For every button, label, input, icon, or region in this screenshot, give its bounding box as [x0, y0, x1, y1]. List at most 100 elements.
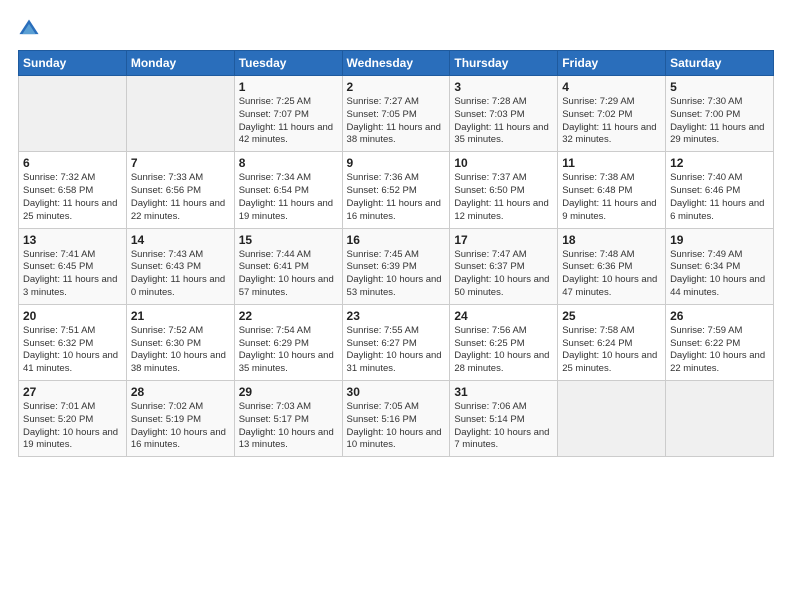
logo-icon: [18, 18, 40, 40]
day-number: 8: [239, 156, 338, 170]
column-header-thursday: Thursday: [450, 51, 558, 76]
day-info: Sunrise: 7:48 AM Sunset: 6:36 PM Dayligh…: [562, 249, 661, 300]
day-info: Sunrise: 7:59 AM Sunset: 6:22 PM Dayligh…: [670, 325, 769, 376]
day-number: 2: [347, 80, 446, 94]
day-info: Sunrise: 7:30 AM Sunset: 7:00 PM Dayligh…: [670, 96, 769, 147]
day-info: Sunrise: 7:44 AM Sunset: 6:41 PM Dayligh…: [239, 249, 338, 300]
day-info: Sunrise: 7:03 AM Sunset: 5:17 PM Dayligh…: [239, 401, 338, 452]
week-row-1: 1Sunrise: 7:25 AM Sunset: 7:07 PM Daylig…: [19, 76, 774, 152]
day-cell: [126, 76, 234, 152]
week-row-2: 6 Sunrise: 7:32 AM Sunset: 6:58 PM Daylig…: [19, 152, 774, 228]
day-cell: 21 Sunrise: 7:52 AM Sunset: 6:30 PM Dayli…: [126, 304, 234, 380]
day-number: 27: [23, 385, 122, 399]
day-number: 12: [670, 156, 769, 170]
day-info: Sunrise: 7:58 AM Sunset: 6:24 PM Dayligh…: [562, 325, 661, 376]
day-info: Sunrise: 7:27 AM Sunset: 7:05 PM Dayligh…: [347, 96, 446, 147]
day-cell: 11 Sunrise: 7:38 AM Sunset: 6:48 PM Dayli…: [558, 152, 666, 228]
calendar-header-row: SundayMondayTuesdayWednesdayThursdayFrid…: [19, 51, 774, 76]
day-cell: 23 Sunrise: 7:55 AM Sunset: 6:27 PM Dayli…: [342, 304, 450, 380]
day-number: 4: [562, 80, 661, 94]
day-info: Sunrise: 7:37 AM Sunset: 6:50 PM Dayligh…: [454, 172, 553, 223]
day-number: 16: [347, 233, 446, 247]
day-info: Sunrise: 7:47 AM Sunset: 6:37 PM Dayligh…: [454, 249, 553, 300]
day-info: Sunrise: 7:34 AM Sunset: 6:54 PM Dayligh…: [239, 172, 338, 223]
day-cell: 5 Sunrise: 7:30 AM Sunset: 7:00 PM Daylig…: [666, 76, 774, 152]
day-number: 29: [239, 385, 338, 399]
column-header-monday: Monday: [126, 51, 234, 76]
day-cell: 18 Sunrise: 7:48 AM Sunset: 6:36 PM Dayli…: [558, 228, 666, 304]
day-cell: [666, 381, 774, 457]
day-number: 5: [670, 80, 769, 94]
logo: [18, 18, 44, 40]
day-cell: 8 Sunrise: 7:34 AM Sunset: 6:54 PM Daylig…: [234, 152, 342, 228]
day-cell: 14 Sunrise: 7:43 AM Sunset: 6:43 PM Dayli…: [126, 228, 234, 304]
day-info: Sunrise: 7:51 AM Sunset: 6:32 PM Dayligh…: [23, 325, 122, 376]
day-cell: 26 Sunrise: 7:59 AM Sunset: 6:22 PM Dayli…: [666, 304, 774, 380]
week-row-3: 13 Sunrise: 7:41 AM Sunset: 6:45 PM Dayli…: [19, 228, 774, 304]
day-info: Sunrise: 7:33 AM Sunset: 6:56 PM Dayligh…: [131, 172, 230, 223]
day-cell: [558, 381, 666, 457]
day-cell: 1Sunrise: 7:25 AM Sunset: 7:07 PM Daylig…: [234, 76, 342, 152]
day-number: 21: [131, 309, 230, 323]
day-number: 28: [131, 385, 230, 399]
calendar: SundayMondayTuesdayWednesdayThursdayFrid…: [18, 50, 774, 457]
day-info: Sunrise: 7:52 AM Sunset: 6:30 PM Dayligh…: [131, 325, 230, 376]
week-row-5: 27 Sunrise: 7:01 AM Sunset: 5:20 PM Dayli…: [19, 381, 774, 457]
day-cell: 19Sunrise: 7:49 AM Sunset: 6:34 PM Dayli…: [666, 228, 774, 304]
day-cell: 13 Sunrise: 7:41 AM Sunset: 6:45 PM Dayli…: [19, 228, 127, 304]
day-info: Sunrise: 7:01 AM Sunset: 5:20 PM Dayligh…: [23, 401, 122, 452]
column-header-saturday: Saturday: [666, 51, 774, 76]
day-number: 20: [23, 309, 122, 323]
day-info: Sunrise: 7:38 AM Sunset: 6:48 PM Dayligh…: [562, 172, 661, 223]
day-number: 11: [562, 156, 661, 170]
day-info: Sunrise: 7:05 AM Sunset: 5:16 PM Dayligh…: [347, 401, 446, 452]
day-number: 1: [239, 80, 338, 94]
day-info: Sunrise: 7:32 AM Sunset: 6:58 PM Dayligh…: [23, 172, 122, 223]
day-cell: 29 Sunrise: 7:03 AM Sunset: 5:17 PM Dayli…: [234, 381, 342, 457]
day-cell: 10Sunrise: 7:37 AM Sunset: 6:50 PM Dayli…: [450, 152, 558, 228]
column-header-wednesday: Wednesday: [342, 51, 450, 76]
day-info: Sunrise: 7:40 AM Sunset: 6:46 PM Dayligh…: [670, 172, 769, 223]
day-cell: 7 Sunrise: 7:33 AM Sunset: 6:56 PM Daylig…: [126, 152, 234, 228]
day-number: 6: [23, 156, 122, 170]
week-row-4: 20 Sunrise: 7:51 AM Sunset: 6:32 PM Dayli…: [19, 304, 774, 380]
day-cell: [19, 76, 127, 152]
day-cell: 25 Sunrise: 7:58 AM Sunset: 6:24 PM Dayli…: [558, 304, 666, 380]
day-number: 9: [347, 156, 446, 170]
day-info: Sunrise: 7:36 AM Sunset: 6:52 PM Dayligh…: [347, 172, 446, 223]
day-cell: 2 Sunrise: 7:27 AM Sunset: 7:05 PM Daylig…: [342, 76, 450, 152]
header: [18, 18, 774, 40]
day-info: Sunrise: 7:41 AM Sunset: 6:45 PM Dayligh…: [23, 249, 122, 300]
day-number: 13: [23, 233, 122, 247]
day-info: Sunrise: 7:29 AM Sunset: 7:02 PM Dayligh…: [562, 96, 661, 147]
day-number: 3: [454, 80, 553, 94]
day-number: 19: [670, 233, 769, 247]
column-header-tuesday: Tuesday: [234, 51, 342, 76]
day-cell: 6 Sunrise: 7:32 AM Sunset: 6:58 PM Daylig…: [19, 152, 127, 228]
day-info: Sunrise: 7:02 AM Sunset: 5:19 PM Dayligh…: [131, 401, 230, 452]
day-info: Sunrise: 7:45 AM Sunset: 6:39 PM Dayligh…: [347, 249, 446, 300]
day-cell: 4 Sunrise: 7:29 AM Sunset: 7:02 PM Daylig…: [558, 76, 666, 152]
day-cell: 31Sunrise: 7:06 AM Sunset: 5:14 PM Dayli…: [450, 381, 558, 457]
day-number: 14: [131, 233, 230, 247]
day-number: 17: [454, 233, 553, 247]
day-info: Sunrise: 7:06 AM Sunset: 5:14 PM Dayligh…: [454, 401, 553, 452]
day-info: Sunrise: 7:43 AM Sunset: 6:43 PM Dayligh…: [131, 249, 230, 300]
day-number: 26: [670, 309, 769, 323]
day-info: Sunrise: 7:55 AM Sunset: 6:27 PM Dayligh…: [347, 325, 446, 376]
day-number: 25: [562, 309, 661, 323]
day-number: 18: [562, 233, 661, 247]
day-cell: 27 Sunrise: 7:01 AM Sunset: 5:20 PM Dayli…: [19, 381, 127, 457]
day-number: 7: [131, 156, 230, 170]
day-cell: 28 Sunrise: 7:02 AM Sunset: 5:19 PM Dayli…: [126, 381, 234, 457]
day-cell: 24Sunrise: 7:56 AM Sunset: 6:25 PM Dayli…: [450, 304, 558, 380]
day-info: Sunrise: 7:56 AM Sunset: 6:25 PM Dayligh…: [454, 325, 553, 376]
day-number: 15: [239, 233, 338, 247]
day-number: 30: [347, 385, 446, 399]
day-number: 23: [347, 309, 446, 323]
day-info: Sunrise: 7:28 AM Sunset: 7:03 PM Dayligh…: [454, 96, 553, 147]
day-cell: 22Sunrise: 7:54 AM Sunset: 6:29 PM Dayli…: [234, 304, 342, 380]
day-info: Sunrise: 7:54 AM Sunset: 6:29 PM Dayligh…: [239, 325, 338, 376]
day-cell: 16 Sunrise: 7:45 AM Sunset: 6:39 PM Dayli…: [342, 228, 450, 304]
day-cell: 20 Sunrise: 7:51 AM Sunset: 6:32 PM Dayli…: [19, 304, 127, 380]
